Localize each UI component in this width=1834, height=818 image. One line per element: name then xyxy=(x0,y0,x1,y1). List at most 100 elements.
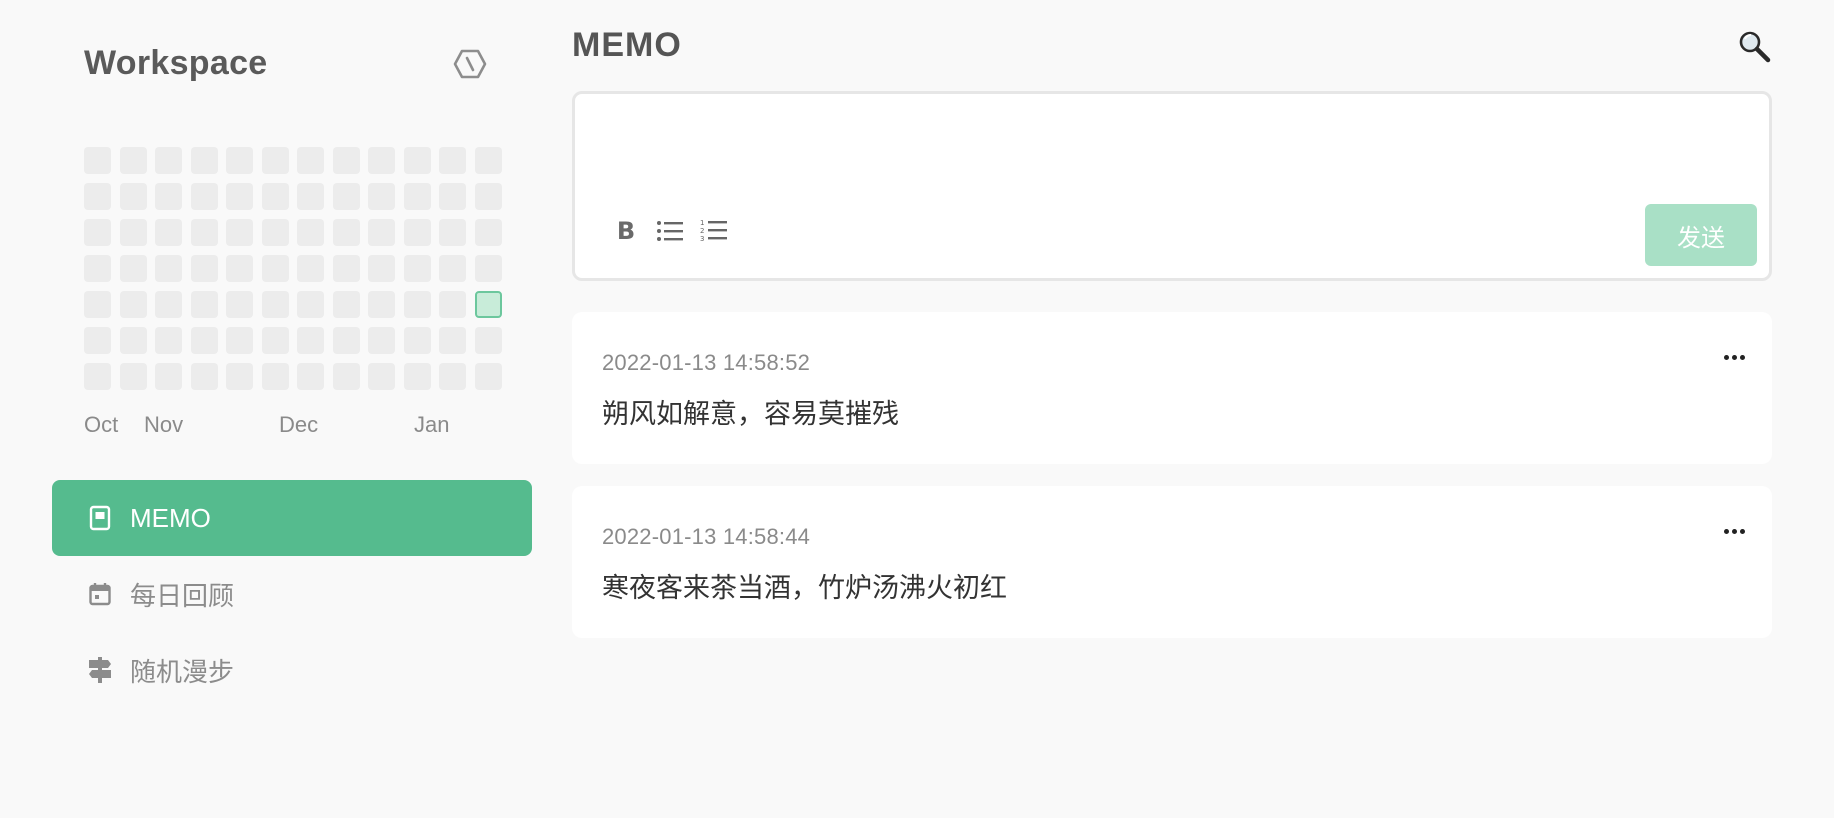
heatmap-cell[interactable] xyxy=(261,327,289,354)
heatmap-cell[interactable] xyxy=(84,327,111,354)
heatmap-cell[interactable] xyxy=(297,291,324,318)
heatmap-cell[interactable] xyxy=(119,291,147,318)
heatmap-cell[interactable] xyxy=(119,183,147,210)
heatmap-cell[interactable] xyxy=(155,147,182,174)
heatmap-cell[interactable] xyxy=(332,363,360,390)
heatmap-cell[interactable] xyxy=(439,219,466,246)
heatmap-cell[interactable] xyxy=(368,147,395,174)
heatmap-cell[interactable] xyxy=(297,363,324,390)
send-button[interactable]: 发送 xyxy=(1645,204,1757,266)
more-options-icon[interactable] xyxy=(1712,516,1756,546)
heatmap-cell[interactable] xyxy=(439,255,466,282)
heatmap-cell[interactable] xyxy=(474,291,502,318)
heatmap-cell[interactable] xyxy=(403,291,431,318)
heatmap-cell[interactable] xyxy=(474,183,502,210)
heatmap-cell[interactable] xyxy=(84,255,111,282)
heatmap-cell[interactable] xyxy=(190,147,218,174)
month-label: Nov xyxy=(144,412,184,437)
heatmap-cell[interactable] xyxy=(474,327,502,354)
heatmap-cell[interactable] xyxy=(297,219,324,246)
heatmap-cell[interactable] xyxy=(226,219,253,246)
heatmap-cell[interactable] xyxy=(368,255,395,282)
heatmap-cell[interactable] xyxy=(439,327,466,354)
bold-button[interactable]: B xyxy=(611,216,641,246)
sidebar-item-daily-review[interactable]: 每日回顾 xyxy=(52,556,532,632)
heatmap-cell[interactable] xyxy=(439,183,466,210)
heatmap-cell[interactable] xyxy=(261,363,289,390)
heatmap-cell[interactable] xyxy=(332,291,360,318)
heatmap-cell[interactable] xyxy=(439,147,466,174)
sidebar-item-label: 每日回顾 xyxy=(130,580,235,611)
heatmap-cell[interactable] xyxy=(155,183,182,210)
heatmap-cell[interactable] xyxy=(190,183,218,210)
heatmap-cell[interactable] xyxy=(226,327,253,354)
heatmap-cell[interactable] xyxy=(84,363,111,390)
heatmap-cell[interactable] xyxy=(155,363,182,390)
heatmap-cell[interactable] xyxy=(403,255,431,282)
ordered-list-icon[interactable]: 1 2 3 xyxy=(699,216,729,246)
heatmap-cell[interactable] xyxy=(190,327,218,354)
heatmap-cell[interactable] xyxy=(261,147,289,174)
heatmap-cell[interactable] xyxy=(84,183,111,210)
heatmap-cell[interactable] xyxy=(297,255,324,282)
heatmap-cell[interactable] xyxy=(403,327,431,354)
memo-input[interactable] xyxy=(593,106,1753,196)
heatmap-cell[interactable] xyxy=(297,147,324,174)
heatmap-cell[interactable] xyxy=(474,363,502,390)
heatmap-cell[interactable] xyxy=(261,291,289,318)
workspace-title: Workspace xyxy=(84,44,268,82)
heatmap-cell[interactable] xyxy=(84,291,111,318)
heatmap-cell[interactable] xyxy=(439,363,466,390)
heatmap-cell[interactable] xyxy=(119,255,147,282)
heatmap-cell[interactable] xyxy=(84,219,111,246)
heatmap-cell[interactable] xyxy=(155,219,182,246)
heatmap-cell[interactable] xyxy=(190,255,218,282)
heatmap-cell[interactable] xyxy=(226,147,253,174)
heatmap-cell[interactable] xyxy=(439,291,466,318)
sidebar-item-memo[interactable]: MEMO xyxy=(52,480,532,556)
heatmap-cell[interactable] xyxy=(332,327,360,354)
heatmap-cell[interactable] xyxy=(155,327,182,354)
heatmap-cell[interactable] xyxy=(155,291,182,318)
heatmap-cell[interactable] xyxy=(332,255,360,282)
heatmap-cell[interactable] xyxy=(190,219,218,246)
heatmap-cell[interactable] xyxy=(119,327,147,354)
heatmap-cell[interactable] xyxy=(403,363,431,390)
heatmap-cell[interactable] xyxy=(84,147,111,174)
heatmap-cell[interactable] xyxy=(368,183,395,210)
heatmap-cell[interactable] xyxy=(297,327,324,354)
heatmap-cell[interactable] xyxy=(119,147,147,174)
heatmap-cell[interactable] xyxy=(226,363,253,390)
heatmap-cell[interactable] xyxy=(297,183,324,210)
heatmap-cell[interactable] xyxy=(190,363,218,390)
heatmap-cell[interactable] xyxy=(474,147,502,174)
heatmap-cell[interactable] xyxy=(474,219,502,246)
search-icon[interactable] xyxy=(1736,28,1772,64)
heatmap-cell[interactable] xyxy=(119,363,147,390)
heatmap-cell[interactable] xyxy=(332,147,360,174)
heatmap-cell[interactable] xyxy=(368,291,395,318)
heatmap-cell[interactable] xyxy=(261,183,289,210)
heatmap-cell[interactable] xyxy=(119,219,147,246)
more-options-icon[interactable] xyxy=(1712,342,1756,372)
heatmap-cell[interactable] xyxy=(332,219,360,246)
heatmap-cell[interactable] xyxy=(332,183,360,210)
hexagon-settings-icon[interactable] xyxy=(450,44,490,84)
heatmap-cell[interactable] xyxy=(155,255,182,282)
heatmap-cell[interactable] xyxy=(261,219,289,246)
heatmap-cell[interactable] xyxy=(474,255,502,282)
heatmap-cell[interactable] xyxy=(403,147,431,174)
heatmap-cell[interactable] xyxy=(190,291,218,318)
heatmap-cell[interactable] xyxy=(261,255,289,282)
heatmap-cell[interactable] xyxy=(226,183,253,210)
heatmap-cell[interactable] xyxy=(403,183,431,210)
sidebar-item-random-walk[interactable]: 随机漫步 xyxy=(52,632,532,708)
heatmap-cell[interactable] xyxy=(403,219,431,246)
activity-heatmap xyxy=(84,147,502,390)
heatmap-cell[interactable] xyxy=(226,291,253,318)
bullet-list-icon[interactable] xyxy=(655,216,685,246)
heatmap-cell[interactable] xyxy=(368,363,395,390)
heatmap-cell[interactable] xyxy=(368,219,395,246)
heatmap-cell[interactable] xyxy=(368,327,395,354)
heatmap-cell[interactable] xyxy=(226,255,253,282)
